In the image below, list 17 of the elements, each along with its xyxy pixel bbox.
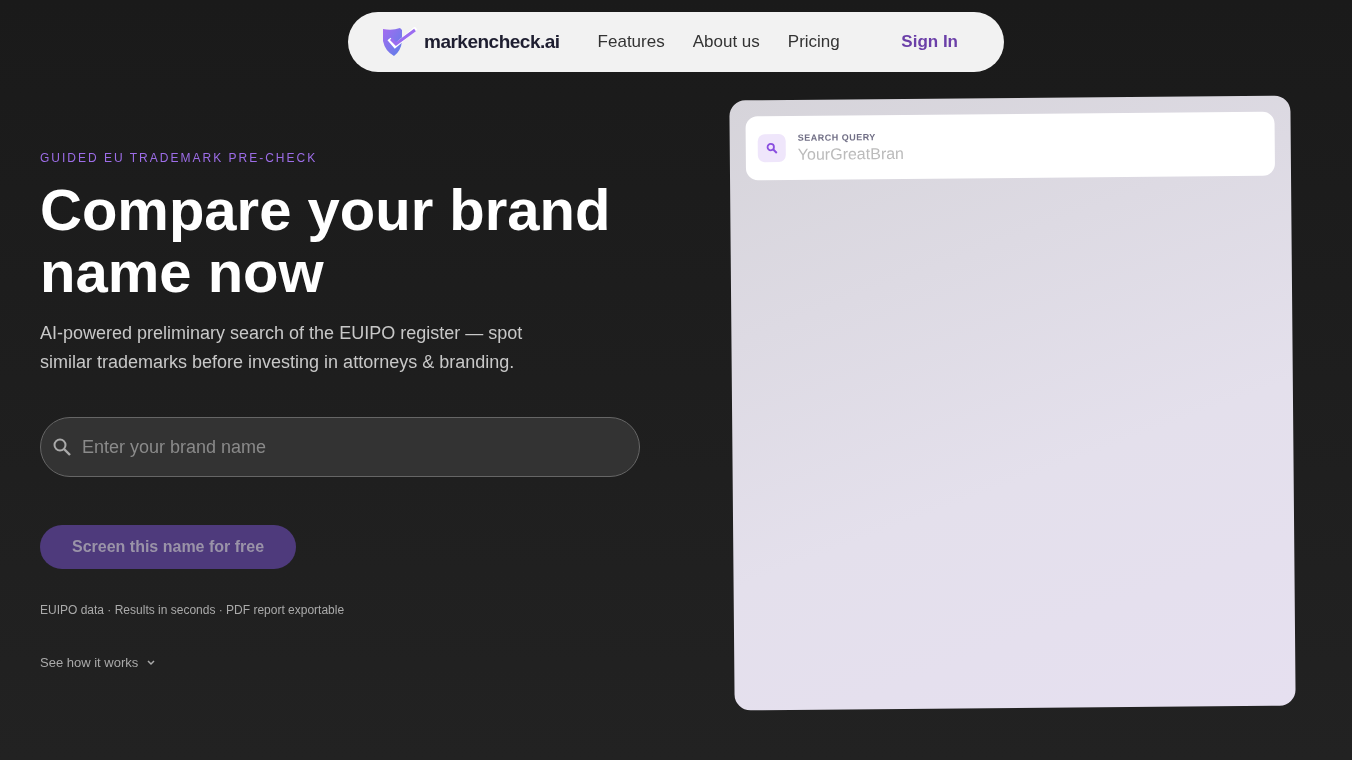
query-value: YourGreatBran <box>797 144 905 164</box>
brand-name[interactable]: markencheck.ai <box>424 31 560 53</box>
shield-check-icon <box>382 27 418 57</box>
query-label: SEARCH QUERY <box>797 131 877 143</box>
sign-in-link[interactable]: Sign In <box>901 32 958 52</box>
search-icon <box>52 437 72 457</box>
see-how-link[interactable]: See how it works <box>40 655 157 670</box>
hero-title: Compare your brand name now <box>40 179 612 303</box>
hero-subtitle: AI-powered preliminary search of the EUIPO register — spot similar trademarks before investing in attorneys & branding. <box>40 322 524 374</box>
features-text: EUIPO data · Results in seconds · PDF report exportable <box>40 603 346 617</box>
search-icon <box>757 133 786 163</box>
chevron-down-icon <box>146 658 157 667</box>
brand-search-field[interactable]: Enter your brand name <box>40 417 640 477</box>
nav-link[interactable]: Features <box>597 32 665 52</box>
eyebrow-text: GUIDED EU TRADEMARK PRE-CHECK <box>40 151 319 165</box>
nav-link[interactable]: About us <box>692 32 760 52</box>
nav-link[interactable]: Pricing <box>787 32 840 52</box>
